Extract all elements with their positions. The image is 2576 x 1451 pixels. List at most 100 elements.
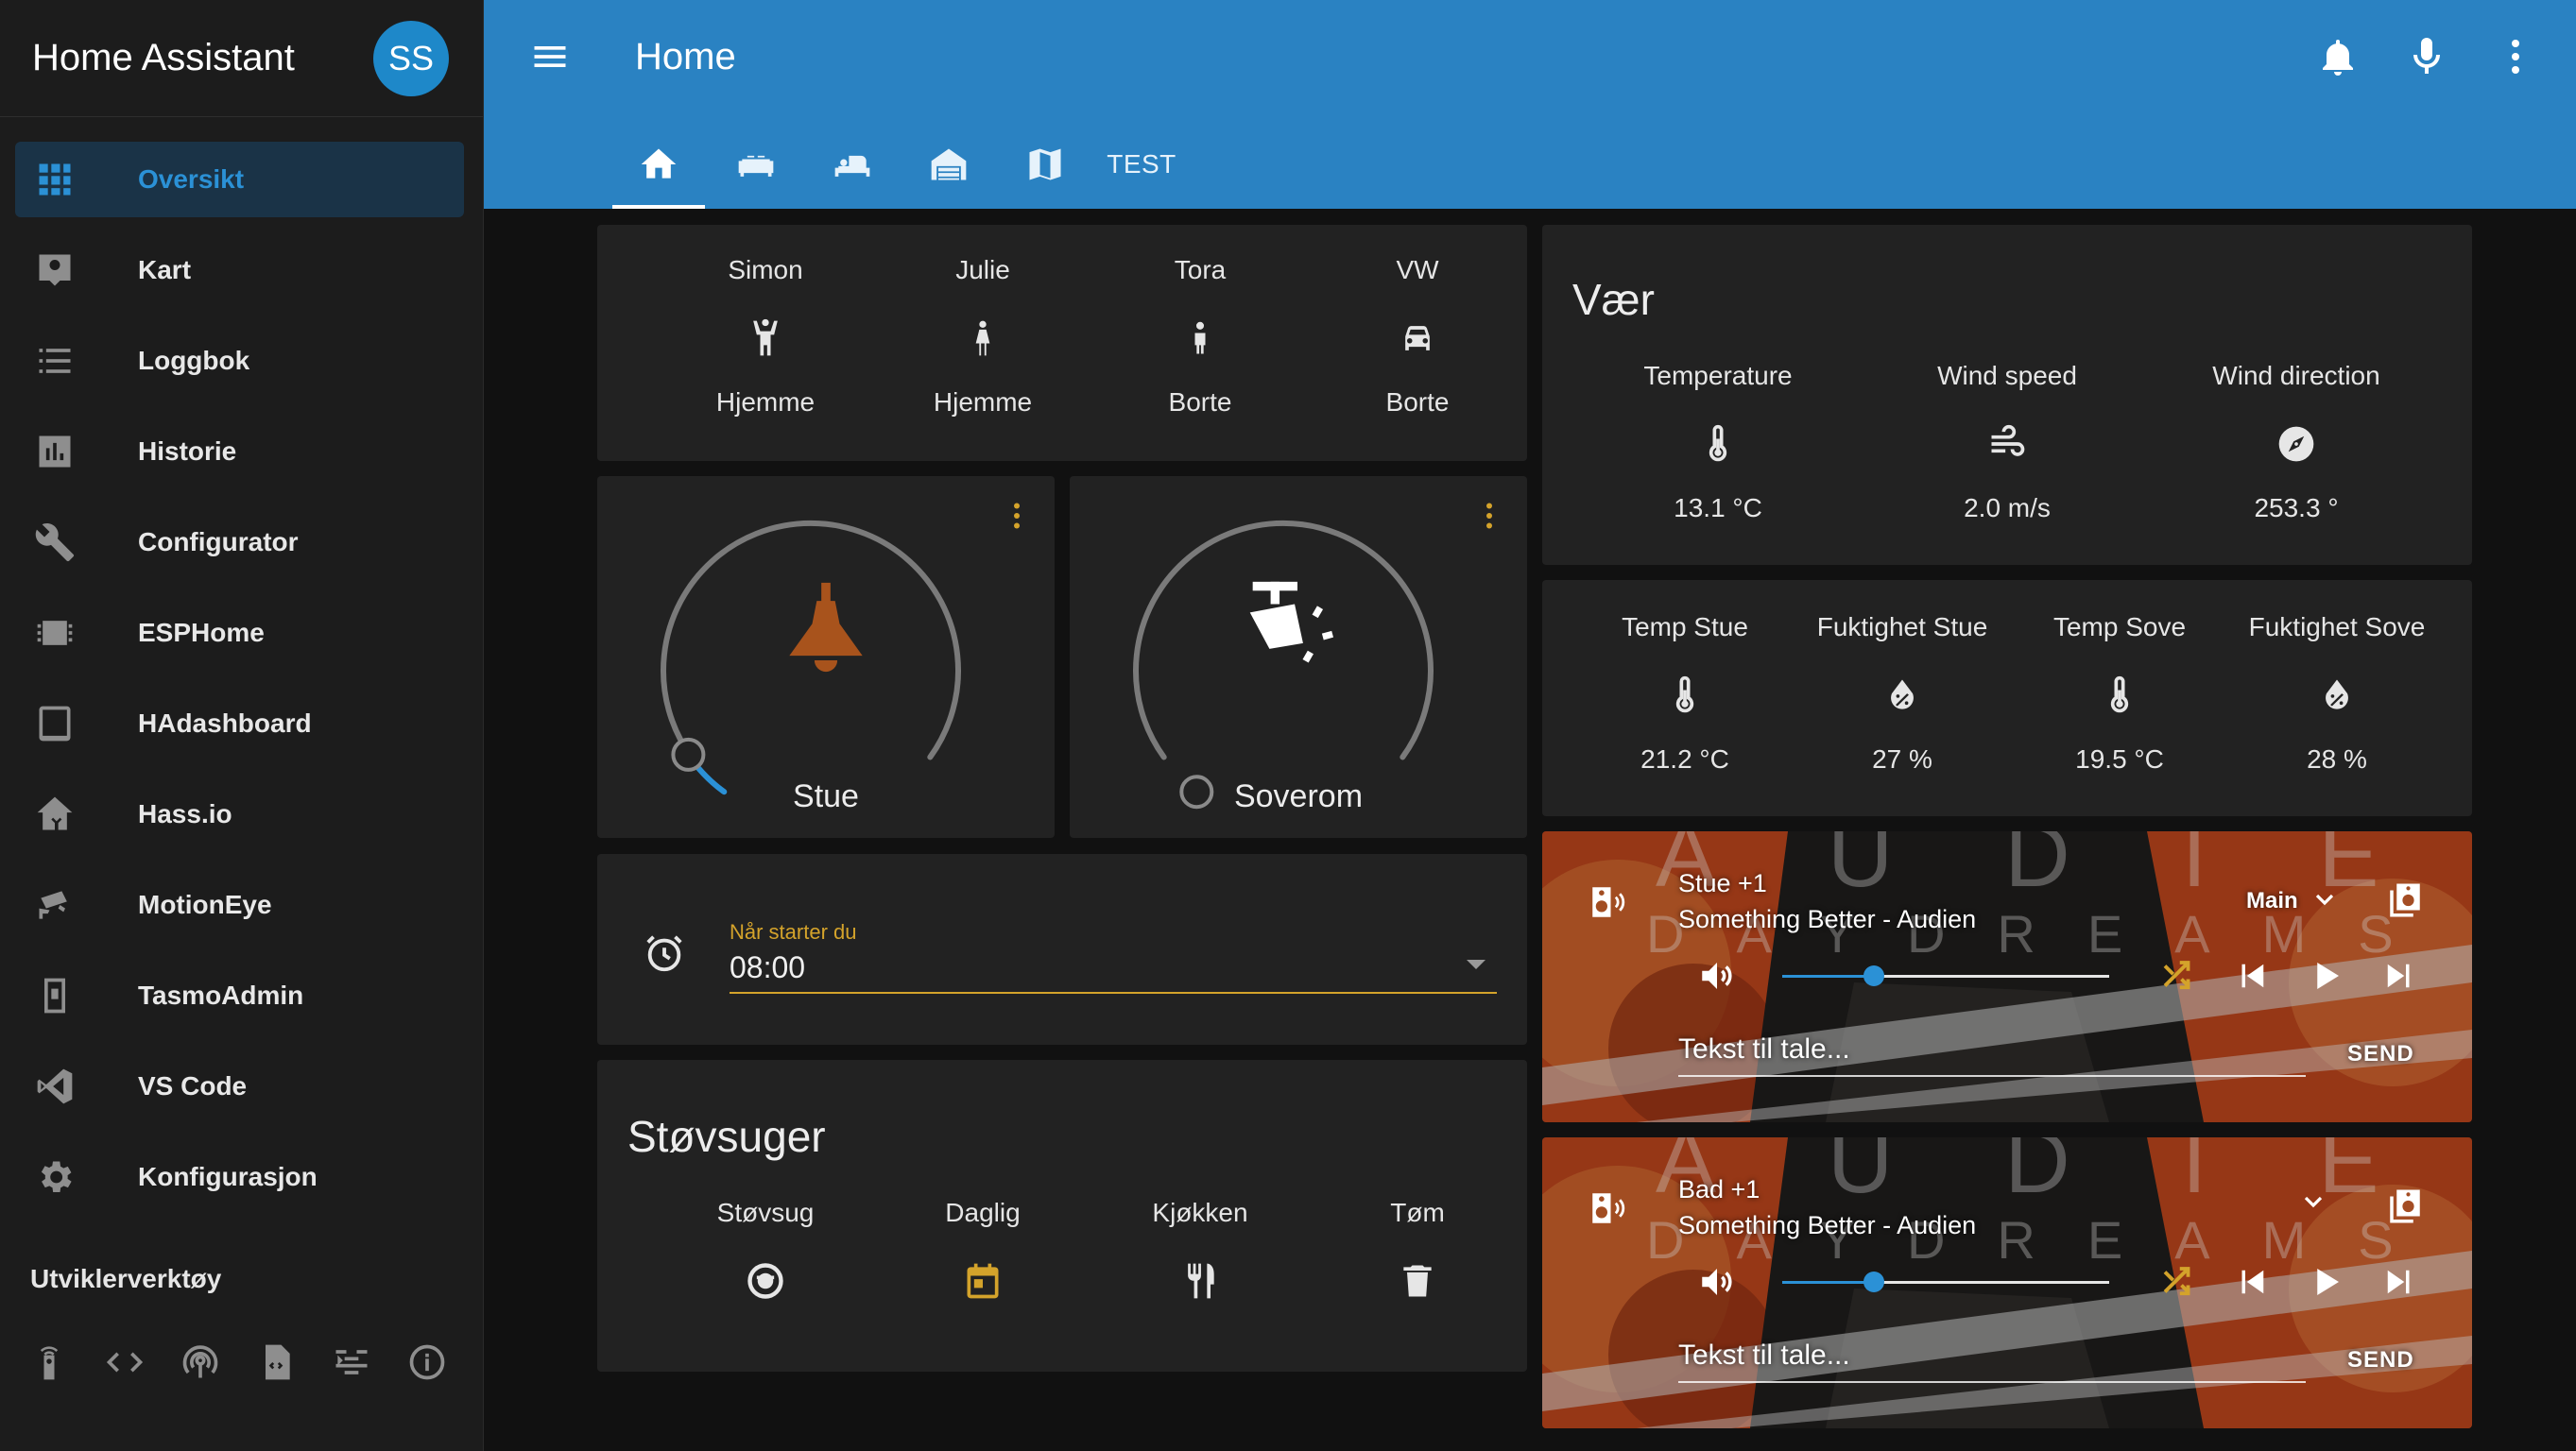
person-name: Tora bbox=[1174, 255, 1227, 284]
volume-slider-fill bbox=[1782, 975, 1874, 978]
template-icon[interactable] bbox=[331, 1341, 372, 1383]
file-code-icon[interactable] bbox=[255, 1341, 297, 1383]
sidebar-item-vscode[interactable]: VS Code bbox=[0, 1041, 483, 1132]
send-button[interactable]: SEND bbox=[2347, 1041, 2414, 1067]
vscode-icon bbox=[34, 1066, 76, 1107]
tab-garage[interactable] bbox=[903, 132, 994, 209]
weather-wind-direction[interactable]: Wind direction 253.3 ° bbox=[2202, 361, 2391, 523]
climate-fuktighet-sove[interactable]: Fuktighet Sove 28 % bbox=[2238, 612, 2436, 775]
sidebar-item-kart[interactable]: Kart bbox=[0, 225, 483, 316]
remote-icon[interactable] bbox=[28, 1341, 70, 1383]
app-title: Home Assistant bbox=[32, 37, 295, 78]
sidebar-item-oversikt[interactable]: Oversikt bbox=[0, 134, 483, 225]
climate-temp-sove[interactable]: Temp Sove 19.5 °C bbox=[2020, 612, 2219, 775]
weather-temperature[interactable]: Temperature 13.1 °C bbox=[1623, 361, 1812, 523]
weather-card: Vær Temperature 13.1 °C Wind speed 2.0 m… bbox=[1542, 225, 2472, 565]
tts-input[interactable]: Tekst til tale... bbox=[1678, 1033, 1850, 1066]
tab-label: TEST bbox=[1107, 149, 1176, 179]
sidebar-item-motioneye[interactable]: MotionEye bbox=[0, 860, 483, 950]
sidebar-item-configurator[interactable]: Configurator bbox=[0, 497, 483, 588]
weather-wind-speed[interactable]: Wind speed 2.0 m/s bbox=[1913, 361, 2102, 523]
shuffle-icon[interactable] bbox=[2158, 1262, 2198, 1302]
send-button[interactable]: SEND bbox=[2347, 1347, 2414, 1374]
alarm-card: Når starter du 08:00 bbox=[597, 854, 1527, 1045]
weather-item-value: 253.3 ° bbox=[2254, 493, 2339, 522]
tab-sofa[interactable] bbox=[711, 132, 801, 209]
vacuum-action-name: Kjøkken bbox=[1152, 1198, 1248, 1227]
source-select[interactable]: Main bbox=[2246, 888, 2298, 914]
thermostat-name: Soverom bbox=[1233, 778, 1364, 814]
skip-next-icon[interactable] bbox=[2379, 1262, 2419, 1302]
volume-icon[interactable] bbox=[1697, 1262, 1737, 1302]
thermostat-card-stue: Stue bbox=[597, 476, 1055, 838]
sidebar-item-hassio[interactable]: Hass.io bbox=[0, 769, 483, 860]
person-vw[interactable]: VW Borte bbox=[1323, 255, 1512, 418]
info-icon[interactable] bbox=[406, 1341, 448, 1383]
volume-slider-knob[interactable] bbox=[1863, 1272, 1884, 1292]
dial-knob[interactable] bbox=[671, 737, 706, 772]
sidebar-item-loggbok[interactable]: Loggbok bbox=[0, 316, 483, 406]
robot-vacuum-icon bbox=[745, 1260, 786, 1302]
chevron-down-icon[interactable] bbox=[2298, 1186, 2328, 1217]
sofa-icon bbox=[735, 144, 777, 185]
sidebar-item-historie[interactable]: Historie bbox=[0, 406, 483, 497]
tab-home[interactable] bbox=[612, 132, 705, 209]
shower-icon bbox=[1227, 571, 1368, 705]
person-name: VW bbox=[1396, 255, 1439, 284]
climate-fuktighet-stue[interactable]: Fuktighet Stue 27 % bbox=[1803, 612, 2001, 775]
sidebar-item-tasmoadmin[interactable]: TasmoAdmin bbox=[0, 950, 483, 1041]
top-app-bar: Home TEST bbox=[484, 0, 2576, 209]
shuffle-icon[interactable] bbox=[2158, 956, 2198, 996]
device-icon bbox=[34, 975, 76, 1016]
tab-bed[interactable] bbox=[807, 132, 898, 209]
person-julie[interactable]: Julie Hjemme bbox=[888, 255, 1077, 418]
bell-icon[interactable] bbox=[2315, 34, 2361, 79]
person-state: Borte bbox=[1168, 387, 1232, 417]
skip-next-icon[interactable] bbox=[2379, 956, 2419, 996]
thermostat-name: Stue bbox=[793, 778, 859, 814]
thermostat-card-soverom: Soverom bbox=[1070, 476, 1527, 838]
tab-test[interactable]: TEST bbox=[1096, 132, 1187, 209]
skip-previous-icon[interactable] bbox=[2232, 956, 2272, 996]
sidebar-item-esphome[interactable]: ESPHome bbox=[0, 588, 483, 678]
dropdown-arrow-icon[interactable] bbox=[1467, 960, 1485, 969]
group-speaker-icon[interactable] bbox=[2385, 880, 2425, 920]
sidebar-item-konfigurasjon[interactable]: Konfigurasjon bbox=[0, 1132, 483, 1222]
climate-temp-stue[interactable]: Temp Stue 21.2 °C bbox=[1586, 612, 1784, 775]
time-field-value[interactable]: 08:00 bbox=[730, 950, 805, 985]
skip-previous-icon[interactable] bbox=[2232, 1262, 2272, 1302]
chevron-down-icon[interactable] bbox=[2310, 884, 2340, 914]
sidebar-item-label: HAdashboard bbox=[138, 708, 312, 738]
person-simon[interactable]: Simon Hjemme bbox=[671, 255, 860, 418]
more-vertical-icon[interactable] bbox=[2493, 34, 2538, 79]
play-icon[interactable] bbox=[2306, 956, 2345, 996]
vacuum-action-tom[interactable]: Tøm bbox=[1323, 1198, 1512, 1330]
sidebar-item-hadashboard[interactable]: HAdashboard bbox=[0, 678, 483, 769]
vacuum-action-daglig[interactable]: Daglig bbox=[888, 1198, 1077, 1330]
code-icon[interactable] bbox=[104, 1341, 146, 1383]
lamp-icon bbox=[771, 576, 881, 690]
developer-tools-title: Utviklerverktøy bbox=[30, 1264, 222, 1293]
play-icon[interactable] bbox=[2306, 1262, 2345, 1302]
tts-input[interactable]: Tekst til tale... bbox=[1678, 1340, 1850, 1372]
vacuum-action-stovsug[interactable]: Støvsug bbox=[671, 1198, 860, 1330]
sidebar-item-label: Hass.io bbox=[138, 799, 232, 828]
avatar[interactable]: SS bbox=[373, 20, 449, 96]
group-speaker-icon[interactable] bbox=[2385, 1186, 2425, 1226]
microphone-icon[interactable] bbox=[2404, 34, 2449, 79]
menu-icon[interactable] bbox=[529, 36, 571, 77]
sidebar-item-label: Configurator bbox=[138, 527, 299, 556]
media-player-bad: AUDIEN DAYDREAMS Bad +1 Something Better… bbox=[1542, 1137, 2472, 1428]
tab-map[interactable] bbox=[1000, 132, 1091, 209]
broadcast-icon[interactable] bbox=[180, 1341, 221, 1383]
person-tora[interactable]: Tora Borte bbox=[1106, 255, 1295, 418]
vacuum-action-kjokken[interactable]: Kjøkken bbox=[1106, 1198, 1295, 1330]
silverware-icon bbox=[1179, 1260, 1221, 1302]
wrench-icon bbox=[34, 521, 76, 563]
home-assistant-icon bbox=[34, 794, 76, 835]
sidebar-item-label: VS Code bbox=[138, 1071, 248, 1101]
alarm-clock-icon bbox=[643, 931, 686, 975]
sidebar-item-label: ESPHome bbox=[138, 618, 265, 647]
volume-slider-knob[interactable] bbox=[1863, 965, 1884, 986]
volume-icon[interactable] bbox=[1697, 956, 1737, 996]
